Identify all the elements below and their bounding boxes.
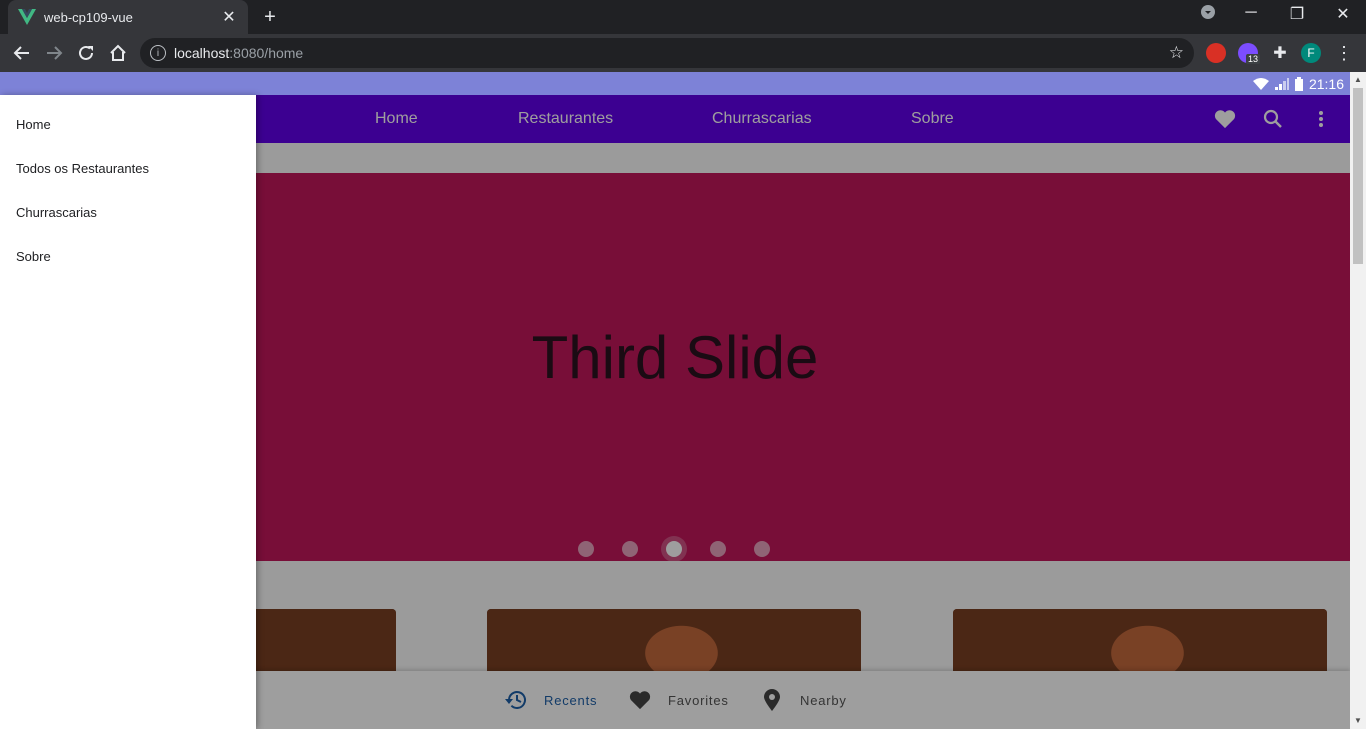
scrollbar-thumb[interactable]	[1353, 88, 1363, 264]
url-host: localhost	[174, 45, 230, 61]
drawer-item-home[interactable]: Home	[16, 117, 51, 137]
back-icon[interactable]	[10, 41, 34, 65]
forward-icon[interactable]	[42, 41, 66, 65]
extension-badge: 13	[1246, 54, 1261, 64]
page-scrollbar[interactable]: ▲ ▼	[1350, 72, 1366, 729]
reload-icon[interactable]	[74, 41, 98, 65]
drawer-item-sobre[interactable]: Sobre	[16, 249, 51, 269]
status-time: 21:16	[1308, 75, 1344, 92]
battery-icon	[1294, 76, 1303, 91]
browser-toolbar: i localhost:8080/home ☆ 13 ✚ F ⋮	[0, 34, 1366, 72]
restore-icon[interactable]: ❐	[1282, 4, 1312, 24]
navigation-drawer: Home Todos os Restaurantes Churrascarias…	[0, 95, 256, 729]
minimize-icon[interactable]: ─	[1236, 4, 1266, 22]
site-info-icon[interactable]: i	[150, 45, 166, 61]
new-tab-button[interactable]: +	[258, 6, 282, 28]
signal-icon	[1274, 77, 1289, 90]
browser-tab[interactable]: web-cp109-vue ✕	[8, 0, 248, 34]
drawer-item-todos-restaurantes[interactable]: Todos os Restaurantes	[16, 161, 149, 181]
address-bar[interactable]: i localhost:8080/home ☆	[140, 38, 1194, 68]
page-viewport: 21:16 Home Restaurantes Churrascarias So…	[0, 72, 1366, 729]
scroll-up-arrow-icon[interactable]: ▲	[1350, 72, 1366, 88]
profile-avatar[interactable]: F	[1301, 43, 1321, 63]
extension-icon[interactable]: 13	[1238, 43, 1261, 64]
wifi-icon	[1252, 77, 1269, 90]
tab-close-icon[interactable]: ✕	[220, 7, 238, 27]
extensions-puzzle-icon[interactable]: ✚	[1268, 41, 1292, 65]
drawer-item-churrascarias[interactable]: Churrascarias	[16, 205, 97, 225]
bookmark-star-icon[interactable]: ☆	[1169, 43, 1184, 63]
browser-tab-strip: web-cp109-vue ✕ + ─ ❐ ✕	[0, 0, 1366, 34]
system-status-bar: 21:16	[0, 72, 1350, 95]
tab-title: web-cp109-vue	[44, 9, 133, 25]
tab-search-icon[interactable]	[1193, 4, 1223, 25]
vue-logo-icon	[18, 9, 36, 25]
scroll-down-arrow-icon[interactable]: ▼	[1350, 713, 1366, 729]
home-icon[interactable]	[106, 41, 130, 65]
url-path: :8080/home	[229, 45, 304, 61]
window-close-icon[interactable]: ✕	[1328, 4, 1358, 24]
adblock-extension-icon[interactable]	[1206, 43, 1226, 63]
browser-menu-icon[interactable]: ⋮	[1332, 41, 1356, 65]
